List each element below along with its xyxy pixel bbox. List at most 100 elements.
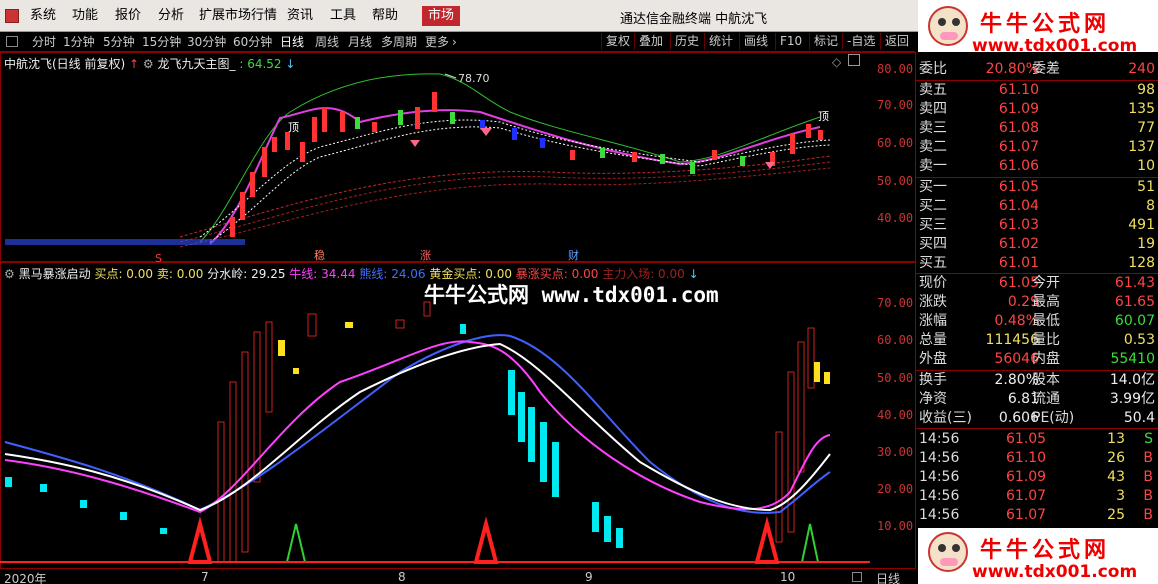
menu-item-analysis[interactable]: 分析 — [158, 7, 184, 25]
main-y-tick: 70.00 — [877, 98, 914, 112]
btn-stats[interactable]: 统计 — [704, 33, 733, 50]
scroll-icon[interactable] — [852, 572, 862, 582]
ask-label: 卖一 — [919, 158, 947, 174]
period-more[interactable]: 更多 — [425, 34, 449, 50]
chevron-right-icon[interactable]: › — [452, 34, 457, 50]
water-line-curve — [4, 342, 831, 512]
candle — [272, 137, 277, 152]
tick-row[interactable]: 14:56 61.10 26 B — [916, 449, 1158, 468]
btn-adjust[interactable]: 复权 — [601, 33, 630, 50]
tick-row[interactable]: 14:56 61.09 43 B — [916, 468, 1158, 487]
candle — [818, 130, 823, 140]
period-1min[interactable]: 1分钟 — [63, 34, 95, 50]
bid-row[interactable]: 买三 61.03 491 — [916, 216, 1158, 235]
bar — [807, 327, 815, 389]
brand-banner-bottom: 牛牛公式网 www.tdx001.com — [918, 528, 1158, 584]
bar — [616, 528, 623, 548]
marker-triangle — [410, 140, 420, 147]
ask-label: 卖三 — [919, 120, 947, 136]
candle — [300, 142, 305, 162]
stat-row[interactable]: 外盘 56046 内盘 55410 — [916, 350, 1158, 369]
period-intraday[interactable]: 分时 — [32, 34, 56, 50]
ask-row[interactable]: 卖四 61.09 135 — [916, 100, 1158, 119]
menu-item-quote[interactable]: 报价 — [115, 7, 141, 25]
btn-f10[interactable]: F10 — [775, 33, 802, 50]
fund-row[interactable]: 收益(三) 0.606 PE(动) 50.4 — [916, 409, 1158, 428]
app-icon[interactable] — [5, 9, 19, 23]
period-30min[interactable]: 30分钟 — [187, 34, 226, 50]
marker-top: 顶 — [818, 110, 829, 123]
tick-row[interactable]: 14:56 61.07 3 B — [916, 487, 1158, 506]
sub-y-tick: 50.00 — [877, 371, 914, 385]
bid-row[interactable]: 买二 61.04 8 — [916, 197, 1158, 216]
btn-watchlist[interactable]: -自选 — [842, 33, 875, 50]
ask-row[interactable]: 卖五 61.10 98 — [916, 81, 1158, 100]
btn-draw[interactable]: 画线 — [739, 33, 768, 50]
period-5min[interactable]: 5分钟 — [103, 34, 135, 50]
fund-label: PE(动) — [1032, 410, 1075, 426]
btn-overlay[interactable]: 叠加 — [634, 33, 663, 50]
fund-row[interactable]: 净资 6.81 流通 3.99亿 — [916, 390, 1158, 409]
main-y-tick: 40.00 — [877, 211, 914, 225]
menu-item-function[interactable]: 功能 — [72, 7, 98, 25]
stat-label: 涨跌 — [919, 294, 947, 310]
center-watermark: 牛牛公式网 www.tdx001.com — [424, 283, 719, 307]
ma-slow-2 — [179, 167, 831, 248]
grid-icon[interactable] — [6, 36, 18, 47]
candle — [398, 110, 403, 125]
ask-row[interactable]: 卖三 61.08 77 — [916, 119, 1158, 138]
stat-row[interactable]: 涨幅 0.48% 最低 60.07 — [916, 312, 1158, 331]
candle — [690, 162, 695, 174]
bar — [80, 500, 87, 508]
marker-rise: 涨 — [420, 249, 431, 262]
period-multi[interactable]: 多周期 — [381, 34, 417, 50]
btn-mark[interactable]: 标记 — [809, 33, 838, 50]
period-daily[interactable]: 日线 — [280, 34, 304, 50]
menu-item-system[interactable]: 系统 — [30, 7, 56, 25]
stat-row[interactable]: 现价 61.05 今开 61.43 — [916, 274, 1158, 293]
ask-label: 卖五 — [919, 82, 947, 98]
bid-price: 61.01 — [998, 255, 1039, 271]
tick-side: B — [1143, 488, 1153, 504]
bid-row[interactable]: 买四 61.02 19 — [916, 235, 1158, 254]
ask-row[interactable]: 卖一 61.06 10 — [916, 157, 1158, 176]
signal-green — [800, 523, 820, 563]
main-chart-svg[interactable]: 顶 顶 S 稳 涨 财 78.70 — [0, 52, 870, 262]
bid-price: 61.05 — [998, 179, 1039, 195]
bid-row[interactable]: 买五 61.01 128 — [916, 254, 1158, 273]
menu-item-help[interactable]: 帮助 — [372, 7, 398, 25]
bar — [775, 431, 783, 543]
tick-time: 14:56 — [919, 488, 960, 504]
period-15min[interactable]: 15分钟 — [142, 34, 181, 50]
period-60min[interactable]: 60分钟 — [233, 34, 272, 50]
ask-price: 61.10 — [998, 82, 1039, 98]
ask-volume: 135 — [1128, 101, 1155, 117]
marker-steady: 稳 — [314, 248, 325, 262]
menu-item-extended-market[interactable]: 扩展市场行情 — [199, 7, 277, 25]
bid-row[interactable]: 买一 61.05 51 — [916, 178, 1158, 197]
bar — [395, 319, 405, 329]
tick-row[interactable]: 14:56 61.07 25 B — [916, 506, 1158, 525]
stat-row[interactable]: 总量 111456 量比 0.53 — [916, 331, 1158, 350]
tick-price: 61.07 — [1006, 488, 1047, 504]
bar — [278, 340, 285, 356]
ask-row[interactable]: 卖二 61.07 137 — [916, 138, 1158, 157]
bid-label: 买一 — [919, 179, 947, 195]
menu-item-market[interactable]: 市场 — [422, 6, 461, 26]
fund-row[interactable]: 换手 2.80% 股本 14.0亿 — [916, 371, 1158, 390]
bar — [160, 528, 167, 534]
period-label[interactable]: 日线 — [876, 570, 900, 584]
x-axis-label: 7 — [201, 570, 209, 584]
bar — [120, 512, 127, 520]
bid-label: 买三 — [919, 217, 947, 233]
tick-price: 61.09 — [1006, 469, 1047, 485]
bar — [797, 341, 805, 473]
btn-back[interactable]: 返回 — [880, 33, 909, 50]
period-weekly[interactable]: 周线 — [315, 34, 339, 50]
stat-row[interactable]: 涨跌 0.29 最高 61.65 — [916, 293, 1158, 312]
period-monthly[interactable]: 月线 — [348, 34, 372, 50]
menu-item-tools[interactable]: 工具 — [330, 7, 356, 25]
tick-row[interactable]: 14:56 61.05 13 S — [916, 430, 1158, 449]
menu-item-news[interactable]: 资讯 — [287, 7, 313, 25]
btn-history[interactable]: 历史 — [670, 33, 699, 50]
